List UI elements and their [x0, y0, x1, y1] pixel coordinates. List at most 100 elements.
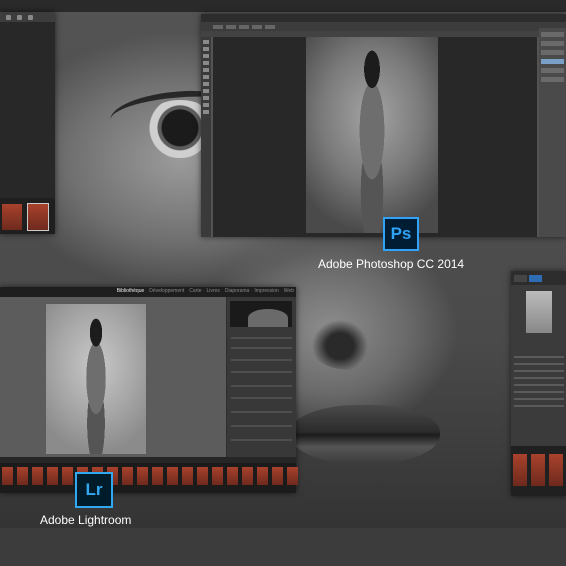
filmstrip-thumbnail[interactable]: [2, 467, 13, 485]
filmstrip-thumbnail[interactable]: [62, 467, 73, 485]
filmstrip-thumbnail[interactable]: [167, 467, 178, 485]
panel-row[interactable]: [231, 439, 292, 441]
lr-workspace[interactable]: [0, 297, 226, 457]
ps-document-photo: [306, 37, 438, 233]
lr-module-picker: Bibliothèque Développement Carte Livres …: [117, 288, 294, 294]
model-figure: [74, 316, 118, 454]
module-web[interactable]: Web: [284, 288, 294, 294]
tab-inactive[interactable]: [514, 274, 527, 282]
filmstrip-thumbnail[interactable]: [137, 467, 148, 485]
tab-active[interactable]: [528, 274, 542, 282]
gradient-tool-icon[interactable]: [203, 89, 209, 93]
module-carte[interactable]: Carte: [189, 288, 201, 294]
module-livres[interactable]: Livres: [207, 288, 220, 294]
panel-row[interactable]: [231, 359, 292, 361]
metadata-row: [514, 405, 564, 407]
left-app-window: [0, 12, 55, 234]
panel-row[interactable]: [541, 68, 564, 73]
option-control[interactable]: [239, 24, 249, 29]
metadata-row: [514, 398, 564, 400]
panel-row[interactable]: [231, 371, 292, 373]
option-control[interactable]: [213, 24, 223, 29]
eraser-tool-icon[interactable]: [203, 82, 209, 86]
filmstrip-thumbnail[interactable]: [287, 467, 298, 485]
lightroom-caption: Adobe Lightroom: [40, 513, 132, 527]
lightroom-window: Bibliothèque Développement Carte Livres …: [0, 287, 298, 493]
filmstrip-thumbnail[interactable]: [212, 467, 223, 485]
lr-logo-text: Lr: [85, 480, 103, 499]
metadata-row: [514, 377, 564, 379]
panel-row[interactable]: [541, 50, 564, 55]
filmstrip-thumbnail[interactable]: [152, 467, 163, 485]
panel-row[interactable]: [541, 77, 564, 82]
option-control[interactable]: [226, 24, 236, 29]
tool-icon[interactable]: [6, 14, 11, 20]
panel-row[interactable]: [231, 397, 292, 399]
metadata-list: [514, 351, 564, 412]
module-developpement[interactable]: Développement: [149, 288, 184, 294]
metadata-row: [514, 356, 564, 358]
stamp-tool-icon[interactable]: [203, 75, 209, 79]
option-control[interactable]: [252, 24, 262, 29]
brush-tool-icon[interactable]: [203, 68, 209, 72]
metadata-row: [514, 363, 564, 365]
filmstrip-thumbnail[interactable]: [272, 467, 283, 485]
marquee-tool-icon[interactable]: [203, 47, 209, 51]
lasso-tool-icon[interactable]: [203, 54, 209, 58]
metadata-row: [514, 370, 564, 372]
move-tool-icon[interactable]: [203, 40, 209, 44]
right-app-window: [511, 271, 566, 496]
filmstrip-thumbnail-selected[interactable]: [27, 203, 49, 231]
module-impression[interactable]: Impression: [254, 288, 278, 294]
filmstrip-thumbnail[interactable]: [47, 467, 58, 485]
model-figure: [344, 47, 400, 233]
ps-canvas[interactable]: [213, 37, 537, 237]
panel-row-selected[interactable]: [541, 59, 564, 64]
ps-panels: [539, 28, 566, 237]
filmstrip-thumbnail[interactable]: [32, 467, 43, 485]
ps-options-bar: [201, 22, 566, 31]
filmstrip-thumbnail[interactable]: [17, 467, 28, 485]
top-band: [0, 0, 566, 12]
filmstrip-thumbnail[interactable]: [197, 467, 208, 485]
ps-toolbar: [201, 37, 211, 237]
lips: [290, 405, 440, 465]
crop-tool-icon[interactable]: [203, 61, 209, 65]
filmstrip-thumbnail[interactable]: [242, 467, 253, 485]
panel-row[interactable]: [231, 411, 292, 413]
filmstrip-thumbnail[interactable]: [257, 467, 268, 485]
filmstrip-thumbnail[interactable]: [513, 454, 527, 486]
panel-row[interactable]: [231, 337, 292, 339]
ps-title-bar: [201, 14, 566, 22]
panel-row[interactable]: [231, 385, 292, 387]
filmstrip-thumbnail[interactable]: [2, 204, 22, 230]
option-control[interactable]: [265, 24, 275, 29]
tool-icon[interactable]: [17, 14, 22, 20]
filmstrip-thumbnail[interactable]: [531, 454, 545, 486]
right-window-tabs: [511, 271, 566, 285]
bottom-band: [0, 528, 566, 566]
module-diaporama[interactable]: Diaporama: [225, 288, 249, 294]
filmstrip-thumbnail[interactable]: [122, 467, 133, 485]
photoshop-caption: Adobe Photoshop CC 2014: [318, 257, 465, 271]
module-bibliotheque[interactable]: Bibliothèque: [117, 288, 145, 294]
hand-tool-icon[interactable]: [203, 103, 209, 107]
lr-right-panel: [227, 297, 296, 457]
metadata-row: [514, 391, 564, 393]
panel-row[interactable]: [231, 425, 292, 427]
histogram: [230, 301, 292, 327]
text-tool-icon[interactable]: [203, 96, 209, 100]
tool-icon[interactable]: [28, 14, 33, 20]
metadata-row: [514, 384, 564, 386]
lr-main-photo: [46, 304, 146, 454]
filmstrip-thumbnail[interactable]: [182, 467, 193, 485]
photoshop-logo-icon: Ps: [383, 217, 419, 251]
left-window-toolbar: [0, 12, 55, 22]
zoom-tool-icon[interactable]: [203, 110, 209, 114]
filmstrip-thumbnail[interactable]: [227, 467, 238, 485]
filmstrip-thumbnail[interactable]: [549, 454, 563, 486]
panel-row[interactable]: [231, 347, 292, 349]
panel-row[interactable]: [541, 41, 564, 46]
ps-logo-text: Ps: [390, 224, 412, 243]
panel-row[interactable]: [541, 32, 564, 37]
